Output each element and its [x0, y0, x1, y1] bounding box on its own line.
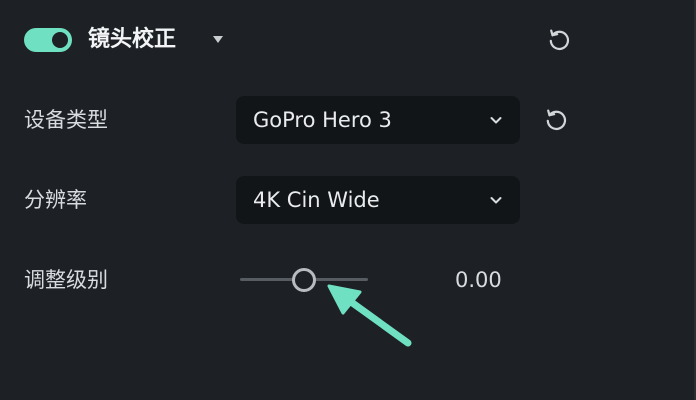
caret-down-icon[interactable] [213, 36, 223, 43]
lens-correction-toggle[interactable] [24, 28, 72, 52]
resolution-value: 4K Cin Wide [253, 188, 380, 212]
slider-thumb[interactable] [292, 268, 316, 292]
chevron-down-icon [488, 192, 504, 208]
device-type-reset-icon[interactable] [543, 107, 569, 133]
section-title: 镜头校正 [88, 27, 177, 52]
section-reset-icon[interactable] [546, 27, 572, 53]
adjust-level-value: 0.00 [455, 268, 502, 292]
device-type-select[interactable]: GoPro Hero 3 [236, 96, 520, 144]
resolution-select[interactable]: 4K Cin Wide [236, 176, 520, 224]
toggle-knob [52, 32, 68, 48]
chevron-down-icon [488, 112, 504, 128]
lens-correction-header: 镜头校正 [24, 20, 584, 60]
resolution-label: 分辨率 [24, 188, 87, 212]
device-type-label: 设备类型 [24, 108, 108, 132]
device-type-value: GoPro Hero 3 [253, 108, 392, 132]
adjust-level-label: 调整级别 [24, 268, 108, 292]
arrow-annotation-icon [327, 284, 412, 347]
